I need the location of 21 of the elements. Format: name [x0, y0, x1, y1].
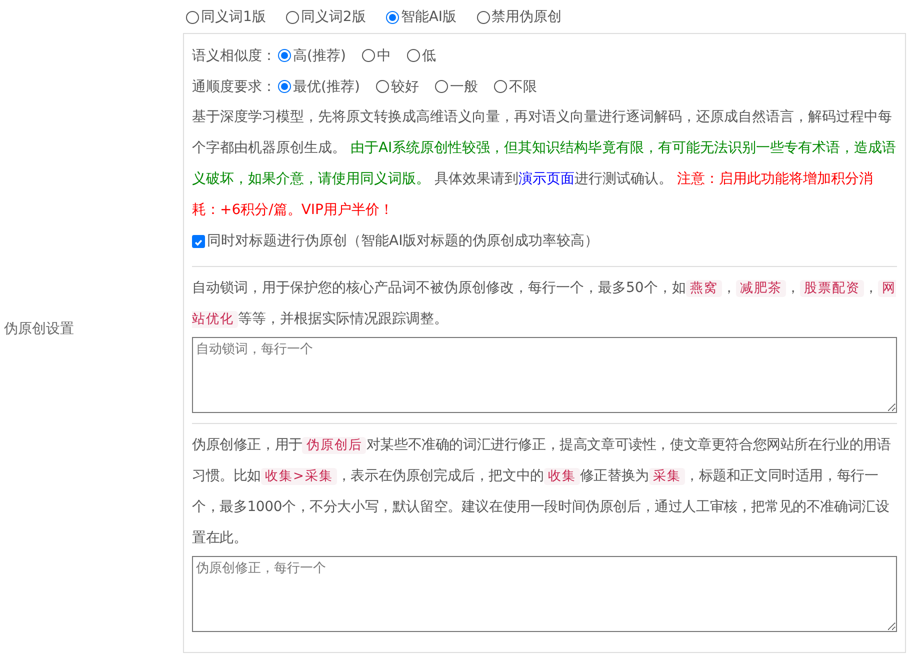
corrections-help-text: 伪原创修正，用于 伪原创后 对某些不准确的词汇进行修正，提高文章可读性，使文章更符合您网站所在行业的用语习惯。比如 收集>采集 ，表示在伪原创完成后，把文中的 收集 修正替换为 采集 ，标题和正文同时适用，每行一个，最多1000个，不分大小写，默认留空。建议在使用一段时间伪原创后，通过人工审核，把常见的不准确词汇设置在此。 [192, 436, 892, 548]
option-radio[interactable]: 不限 [494, 78, 537, 96]
lock-words-field[interactable]: 自动锁词，每行一个 [192, 337, 897, 413]
option-radio[interactable]: 较好 [376, 78, 419, 96]
description-text: 基于深度学习模型，先将原文转换成高维语义向量，再对语义向量进行逐词解码，还原成自然语言，解码过程中每个字都由机器原创生成。 由于AI系统原创性较强，但其知识结构毕竟有限，有可能无法识别一些专有术语，造成语义破坏，如果介意，请使用同义词版。 具体效果请到演示页面进行测试确认。 注意：启用此功能将增加积分消耗：+6积分/篇。VIP用户半价！ [192, 108, 897, 220]
demo-page-link[interactable]: 演示页面 [518, 171, 574, 187]
mode-radio[interactable]: 同义词2版 [286, 8, 366, 26]
option-radio[interactable]: 中 [362, 46, 391, 64]
option-radio[interactable]: 低 [406, 46, 436, 64]
option-label: 语义相似度： [192, 46, 276, 64]
option-radio[interactable]: 高(推荐) [278, 46, 346, 64]
corrections-field[interactable]: 伪原创修正，每行一个 [192, 556, 897, 632]
title-checkbox[interactable]: 同时对标题进行伪原创（智能AI版对标题的伪原创成功率较高） [192, 226, 897, 256]
lock-words-help-text: 自动锁词，用于保护您的核心产品词不被伪原创修改，每行一个，最多50个，如 燕窝 ， 减肥茶 ， 股票配资 ， 网站优化 等等，并根据实际情况跟踪调整。 [192, 279, 897, 330]
option-radio[interactable]: 最优(推荐) [278, 78, 360, 96]
option-radio[interactable]: 一般 [434, 78, 478, 96]
mode-radio[interactable]: 智能AI版 [386, 8, 457, 26]
mode-radio[interactable]: 同义词1版 [186, 8, 266, 26]
option-label: 通顺度要求： [192, 78, 276, 96]
settings-label: 伪原创设置 [4, 320, 74, 338]
mode-radio[interactable]: 禁用伪原创 [476, 8, 562, 26]
